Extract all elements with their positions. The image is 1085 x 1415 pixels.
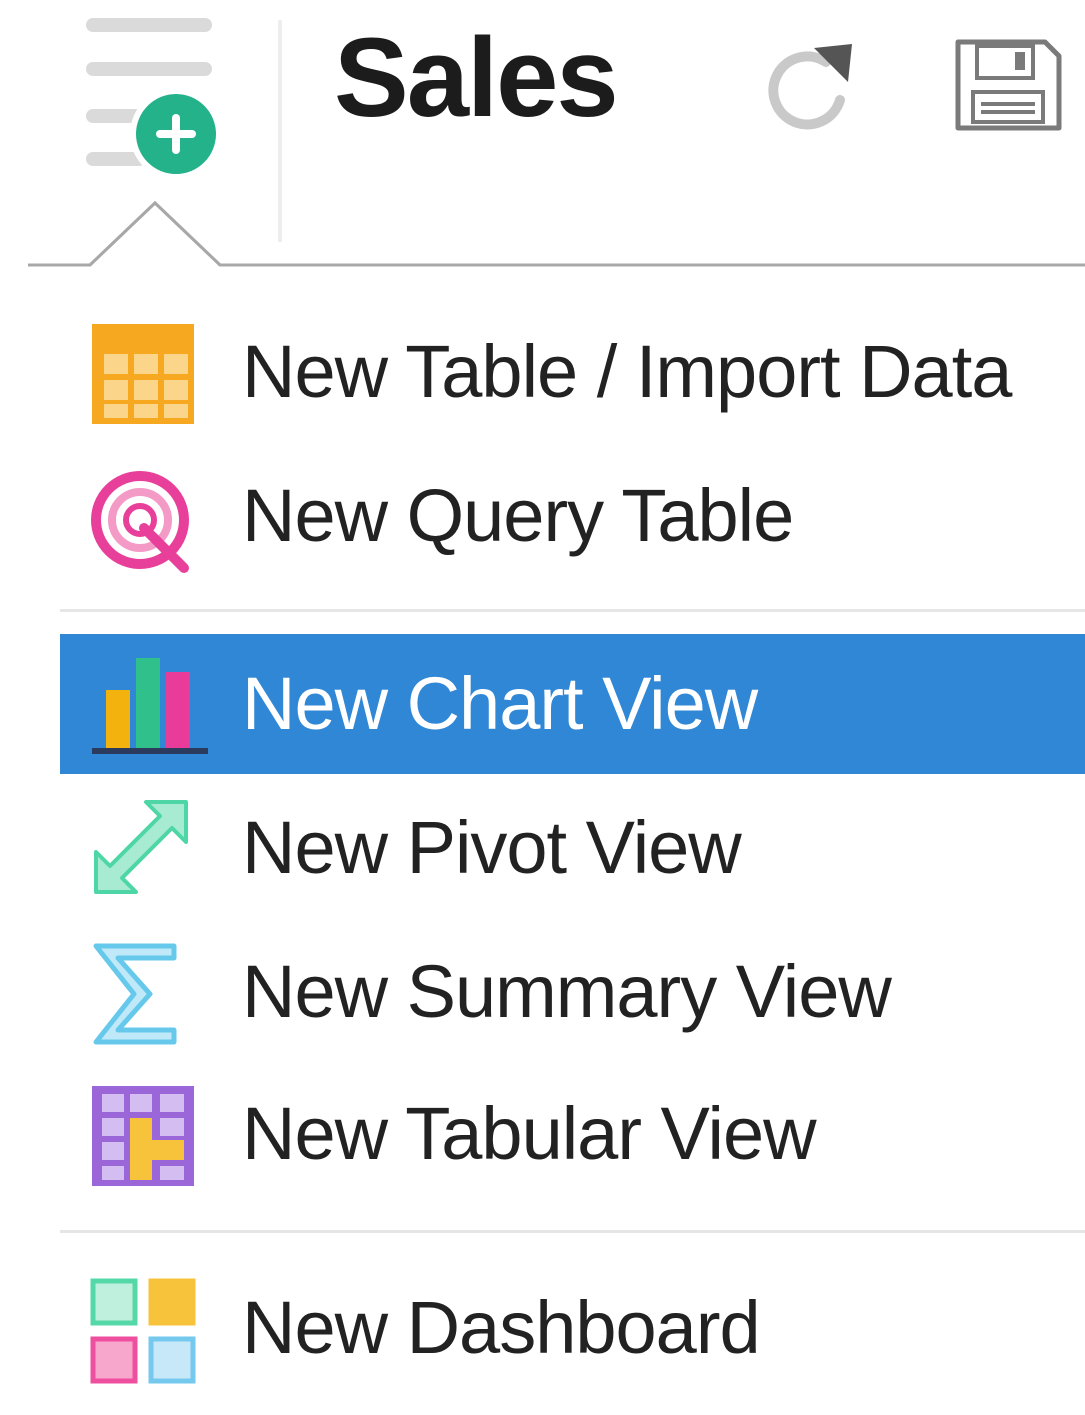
menu-item-new-query-table[interactable]: New Query Table <box>60 446 1085 586</box>
menu-item-label: New Chart View <box>242 662 758 745</box>
menu-item-label: New Pivot View <box>242 806 742 889</box>
refresh-icon[interactable] <box>762 42 862 134</box>
table-icon <box>92 324 194 424</box>
menu-separator <box>60 609 1085 612</box>
menu-separator <box>60 1230 1085 1233</box>
save-icon[interactable] <box>953 38 1063 132</box>
menu-item-label: New Summary View <box>242 950 892 1033</box>
sigma-icon <box>93 943 177 1045</box>
menu-item-new-dashboard[interactable]: New Dashboard <box>60 1258 1085 1398</box>
dashboard-icon <box>90 1278 196 1384</box>
menu-item-new-pivot-view[interactable]: New Pivot View <box>60 778 1085 918</box>
menu-item-new-table[interactable]: New Table / Import Data <box>60 302 1085 442</box>
page-title: Sales <box>334 15 619 140</box>
new-menu-icon[interactable] <box>82 14 230 184</box>
menu-item-label: New Dashboard <box>242 1286 761 1369</box>
menu-item-new-summary-view[interactable]: New Summary View <box>60 922 1085 1062</box>
menu-item-label: New Tabular View <box>242 1092 817 1175</box>
menu-pointer-caret <box>28 200 1085 267</box>
menu-item-label: New Table / Import Data <box>242 330 1012 413</box>
chart-icon <box>92 658 208 754</box>
tabular-view-icon <box>92 1086 194 1186</box>
menu-item-new-chart-view[interactable]: New Chart View <box>60 634 1085 774</box>
menu-item-label: New Query Table <box>242 474 794 557</box>
pivot-icon <box>94 800 188 894</box>
query-table-icon <box>91 471 189 573</box>
menu-item-new-tabular-view[interactable]: New Tabular View <box>60 1064 1085 1204</box>
